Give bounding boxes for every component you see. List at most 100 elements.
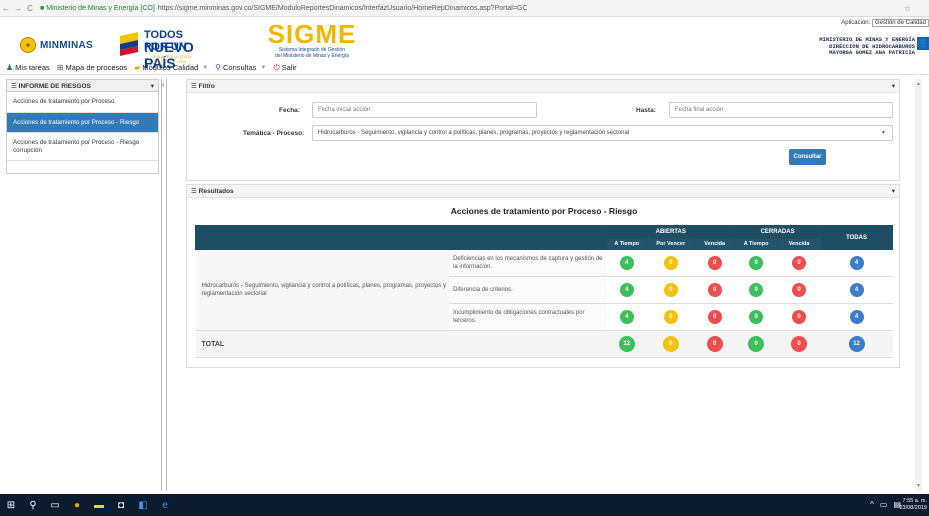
tematica-select[interactable]: Hidrocarburos - Seguimiento, vigilancia … <box>312 125 893 141</box>
count-badge-a-tiempo[interactable]: 4 <box>619 283 634 297</box>
coat-of-arms-icon: ✦ <box>20 37 36 53</box>
store-icon[interactable]: ◘ <box>110 494 132 516</box>
count-badge-cerradas-a-tiempo[interactable]: 0 <box>749 283 764 297</box>
count-badge-cerradas-a-tiempo[interactable]: 0 <box>749 310 764 324</box>
total-label: TOTAL <box>195 330 607 358</box>
bookmark-star-icon[interactable]: ☆ <box>904 4 911 13</box>
system-tray: ^ ▭ ▤ <box>870 500 901 509</box>
report-sidebar: ☰ INFORME DE RIESGOS ▾ Acciones de trata… <box>6 79 159 174</box>
fecha-final-input[interactable]: Fecha final acción <box>669 102 893 118</box>
filter-panel: ☰ Filtro ▾ Fecha: Fecha inicial acción H… <box>186 79 900 181</box>
count-badge-todas[interactable]: 4 <box>849 256 864 270</box>
chevron-up-icon[interactable]: ^ <box>870 500 874 509</box>
consultar-button[interactable]: Consultar <box>789 149 826 165</box>
results-panel-header[interactable]: ☰ Resultados ▾ <box>187 185 899 198</box>
list-icon: ☰ <box>191 83 199 90</box>
menu-salir[interactable]: ⏻ Salir <box>273 63 296 73</box>
back-icon[interactable]: ← <box>0 4 12 13</box>
outlook-icon[interactable]: ◧ <box>132 494 154 516</box>
cause-cell: Deficiencias en los mecanismos de captur… <box>449 249 607 277</box>
browser-toolbar: ← → C ■ Ministerio de Minas y Energía [C… <box>0 0 929 17</box>
folder-icon: ▰ <box>134 63 141 72</box>
menu-consultas[interactable]: ⚲ Consultas ▼ <box>215 63 266 72</box>
total-badge-cerradas-a-tiempo[interactable]: 0 <box>748 336 765 352</box>
sidebar-item-proceso[interactable]: Acciones de tratamiento por Proceso <box>7 92 158 113</box>
count-badge-por-vencer[interactable]: 0 <box>663 283 678 297</box>
total-badge-a-tiempo[interactable]: 12 <box>618 336 635 352</box>
splitter-edge <box>166 79 167 491</box>
count-badge-por-vencer[interactable]: 0 <box>663 256 678 270</box>
header-vencida: Vencida <box>694 238 736 250</box>
chevron-down-icon: ▾ <box>891 83 895 90</box>
splitter[interactable] <box>161 79 162 491</box>
chevron-down-icon: ▼ <box>260 64 267 71</box>
user-icon[interactable]: 👤 <box>917 37 929 50</box>
filter-panel-header[interactable]: ☰ Filtro ▾ <box>187 80 899 93</box>
application-selector: Aplicación: Gestión de Calidad <box>841 19 929 27</box>
network-icon[interactable]: ▭ <box>880 500 888 509</box>
count-badge-a-tiempo[interactable]: 4 <box>619 256 634 270</box>
file-explorer-icon[interactable]: ▬ <box>88 494 110 516</box>
address-bar[interactable]: https://sigme.minminas.gov.co/SIGME/Modu… <box>158 5 528 12</box>
sitemap-icon: ⊞ <box>56 63 64 72</box>
count-badge-todas[interactable]: 4 <box>849 283 864 297</box>
collapse-sidebar-icon[interactable]: ‹ <box>162 80 165 89</box>
site-name[interactable]: Ministerio de Minas y Energía [CO] <box>46 5 155 12</box>
chevron-down-icon: ▾ <box>150 82 154 90</box>
scroll-up-icon[interactable]: ▲ <box>915 81 922 87</box>
count-badge-por-vencer[interactable]: 0 <box>663 310 678 324</box>
hasta-label: Hasta: <box>636 107 656 114</box>
search-icon[interactable]: ⚲ <box>22 494 44 516</box>
sidebar-item-proceso-riesgo[interactable]: Acciones de tratamiento por Proceso - Ri… <box>7 112 158 133</box>
menu-mapa-procesos[interactable]: ⊞ Mapa de procesos <box>57 63 127 72</box>
count-badge-vencida[interactable]: 0 <box>707 310 722 324</box>
total-row: TOTAL 12 0 0 0 0 12 <box>195 330 893 358</box>
sidebar-header[interactable]: ☰ INFORME DE RIESGOS ▾ <box>7 80 158 92</box>
chrome-icon[interactable]: ● <box>66 494 88 516</box>
table-header-blank <box>194 225 608 250</box>
report-title: Acciones de tratamiento por Proceso - Ri… <box>450 206 638 216</box>
tematica-label: Temática - Proceso: <box>243 130 305 137</box>
windows-taskbar: ⊞ ⚲ ▭ ● ▬ ◘ ◧ e ^ ▭ ▤ 7:55 a. m. 23/08/2… <box>0 494 929 516</box>
menu-mis-tareas[interactable]: ♟ Mis tareas <box>6 63 50 72</box>
total-badge-todas[interactable]: 12 <box>848 336 865 352</box>
results-table: ABIERTAS CERRADAS TODAS A Tiempo Por Ven… <box>194 225 893 358</box>
main-menu: ♟ Mis tareas ⊞ Mapa de procesos ▰ Módulos C… <box>0 61 929 75</box>
total-badge-por-vencer[interactable]: 0 <box>662 336 679 352</box>
header-todas: TODAS <box>820 225 893 250</box>
todos-por-un-nuevo-pais-logo: TODOS POR UN NUEVO PAÍS PAZ EQUIDAD EDUC… <box>118 28 208 71</box>
sidebar-item-proceso-riesgo-corrupcion[interactable]: Acciones de tratamiento por Proceso - Ri… <box>7 133 158 161</box>
header-por-vencer: Por Vencer <box>646 238 696 250</box>
header-a-tiempo: A Tiempo <box>606 238 648 250</box>
total-badge-cerradas-vencida[interactable]: 0 <box>791 336 808 352</box>
list-icon: ☰ <box>11 82 19 90</box>
count-badge-vencida[interactable]: 0 <box>707 283 722 297</box>
power-icon: ⏻ <box>273 62 280 72</box>
minminas-logo: ✦ MINMINAS <box>20 37 93 53</box>
user-info: MINISTERIO DE MINAS Y ENERGÍA DIRECCION … <box>819 36 915 56</box>
menu-modulos-calidad[interactable]: ▰ Módulos Calidad ▼ <box>134 63 208 72</box>
fecha-label: Fecha: <box>279 107 300 114</box>
internet-explorer-icon[interactable]: e <box>154 494 176 516</box>
fecha-inicial-input[interactable]: Fecha inicial acción <box>312 102 537 118</box>
count-badge-vencida[interactable]: 0 <box>707 256 722 270</box>
header-cerradas-vencida: Vencida <box>777 238 822 250</box>
application-select[interactable]: Gestión de Calidad <box>871 19 929 27</box>
list-icon: ☰ <box>191 188 199 195</box>
count-badge-a-tiempo[interactable]: 4 <box>619 310 634 324</box>
page-scrollbar[interactable]: ▲ ▼ <box>915 79 922 491</box>
count-badge-cerradas-vencida[interactable]: 0 <box>792 283 807 297</box>
count-badge-cerradas-vencida[interactable]: 0 <box>792 310 807 324</box>
reload-icon[interactable]: C <box>24 4 36 13</box>
count-badge-cerradas-a-tiempo[interactable]: 0 <box>749 256 764 270</box>
total-badge-vencida[interactable]: 0 <box>706 336 723 352</box>
forward-icon[interactable]: → <box>12 4 24 13</box>
scroll-down-icon[interactable]: ▼ <box>915 483 922 489</box>
count-badge-todas[interactable]: 4 <box>849 310 864 324</box>
task-view-icon[interactable]: ▭ <box>44 494 66 516</box>
results-panel: ☰ Resultados ▾ Acciones de tratamiento p… <box>186 184 900 368</box>
system-clock[interactable]: 7:55 a. m. 23/08/2019 <box>899 498 927 512</box>
windows-start-icon[interactable]: ⊞ <box>0 494 22 516</box>
chevron-down-icon: ▾ <box>891 188 895 195</box>
count-badge-cerradas-vencida[interactable]: 0 <box>792 256 807 270</box>
